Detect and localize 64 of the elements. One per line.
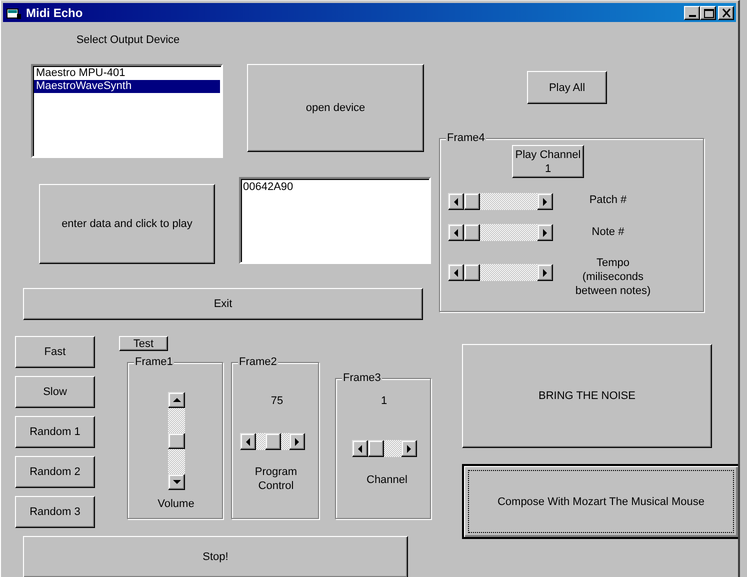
close-icon	[720, 8, 732, 18]
scroll-right-button[interactable]	[289, 433, 305, 450]
button[interactable]: Random 2	[15, 456, 95, 488]
window-title: Midi Echo	[26, 6, 83, 20]
scroll-left-button[interactable]	[448, 193, 464, 210]
scroll-right-button[interactable]	[537, 264, 553, 281]
minimize-icon	[688, 14, 696, 16]
list-item[interactable]: Maestro MPU-401	[34, 67, 220, 80]
label: Patch #	[588, 193, 628, 208]
scroll-right-button[interactable]	[537, 224, 553, 241]
label: 75	[270, 394, 284, 408]
close-button[interactable]	[718, 6, 734, 20]
up-arrow-icon	[172, 397, 180, 403]
scroll-left-button[interactable]	[448, 224, 464, 241]
button[interactable]: Play All	[527, 71, 607, 104]
scrollbar-thumb[interactable]	[464, 224, 480, 241]
left-arrow-icon	[357, 444, 363, 452]
button[interactable]: Random 3	[15, 496, 95, 528]
label: Tempo (miliseconds between notes)	[574, 256, 652, 299]
scrollbar-thumb[interactable]	[464, 193, 480, 210]
left-arrow-icon	[453, 268, 459, 276]
scroll-left-button[interactable]	[240, 433, 256, 450]
down-arrow-icon	[172, 479, 180, 485]
button[interactable]: Play Channel 1	[512, 145, 584, 178]
minimize-button[interactable]	[684, 6, 700, 20]
scroll-left-button[interactable]	[448, 264, 464, 281]
scroll-left-button[interactable]	[352, 440, 368, 457]
maximize-icon	[702, 8, 714, 18]
button[interactable]: enter data and click to play	[39, 184, 215, 264]
list-item[interactable]: MaestroWaveSynth	[34, 80, 220, 93]
button[interactable]: BRING THE NOISE	[462, 344, 712, 448]
right-arrow-icon	[406, 444, 412, 452]
label: Channel	[366, 472, 408, 487]
button[interactable]: Compose With Mozart The Musical Mouse	[462, 464, 738, 539]
button[interactable]: Test	[119, 336, 168, 351]
scrollbar-thumb[interactable]	[368, 440, 384, 457]
scroll-up-button[interactable]	[168, 392, 185, 408]
label: Select Output Device	[75, 32, 181, 47]
scroll-right-button[interactable]	[537, 193, 553, 210]
button[interactable]: open device	[247, 64, 424, 152]
scrollbar-thumb[interactable]	[168, 433, 185, 449]
maximize-button[interactable]	[700, 6, 716, 20]
right-arrow-icon	[294, 438, 300, 446]
button[interactable]: Fast	[15, 336, 95, 368]
right-arrow-icon	[542, 198, 548, 206]
text-field[interactable]: 00642A90	[239, 177, 431, 264]
scrollbar-thumb[interactable]	[265, 433, 281, 450]
label: Note #	[590, 225, 626, 240]
button[interactable]: Slow	[15, 376, 95, 408]
left-arrow-icon	[453, 198, 459, 206]
right-arrow-icon	[542, 268, 548, 276]
button[interactable]: Exit	[23, 288, 423, 320]
label: Program Control	[254, 465, 298, 494]
scroll-down-button[interactable]	[168, 474, 185, 490]
button[interactable]: Stop!	[23, 536, 408, 577]
right-arrow-icon	[542, 228, 548, 236]
scrollbar-thumb[interactable]	[464, 264, 480, 281]
scroll-right-button[interactable]	[401, 440, 417, 457]
app-icon	[6, 6, 22, 20]
left-arrow-icon	[453, 228, 459, 236]
label: Volume	[156, 496, 196, 511]
label: 1	[380, 394, 388, 408]
button[interactable]: Random 1	[15, 416, 95, 448]
left-arrow-icon	[245, 438, 251, 446]
